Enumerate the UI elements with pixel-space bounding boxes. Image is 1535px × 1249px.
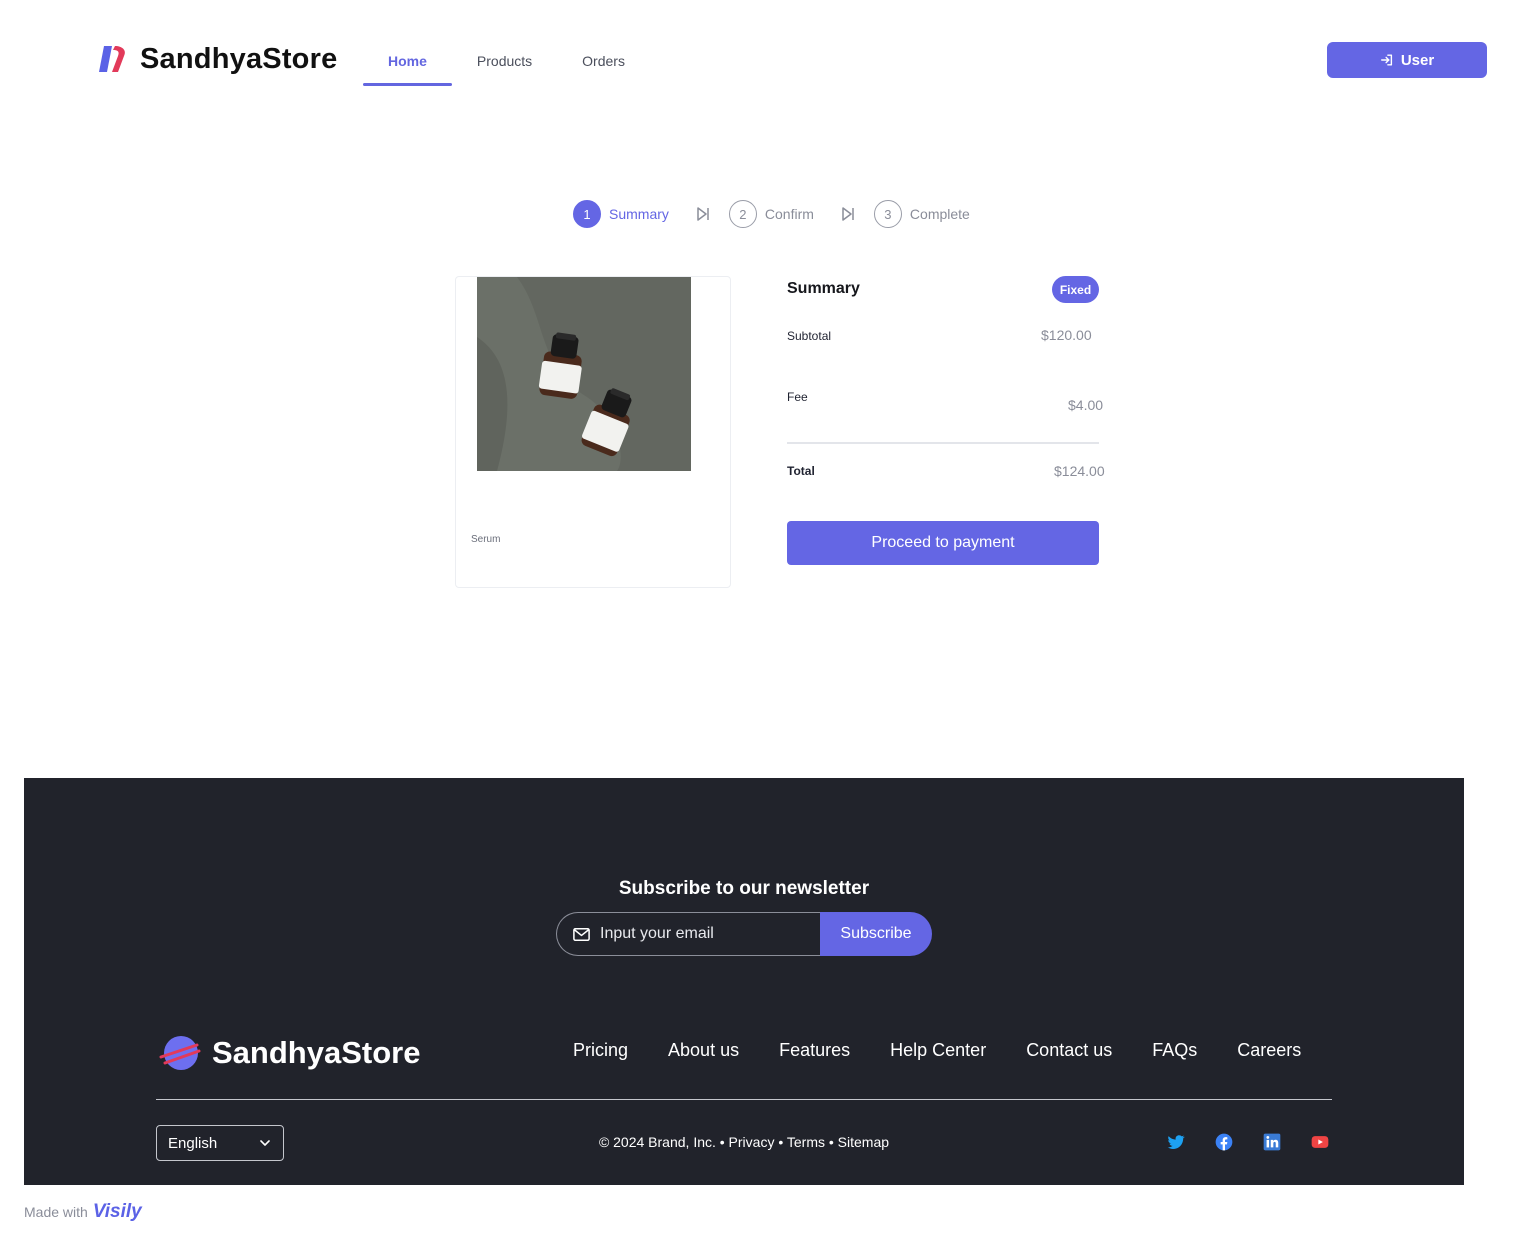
step-number: 3 bbox=[873, 200, 902, 228]
nav-products[interactable]: Products bbox=[452, 36, 557, 86]
footer-brand-logo-icon bbox=[159, 1036, 201, 1070]
product-card[interactable]: Serum bbox=[455, 276, 731, 588]
visily-logo: Visily bbox=[92, 1201, 142, 1222]
step-confirm[interactable]: 2 Confirm bbox=[728, 200, 814, 228]
step-number: 1 bbox=[573, 200, 601, 228]
footer-link-careers[interactable]: Careers bbox=[1217, 1040, 1321, 1061]
footer: Subscribe to our newsletter Subscribe Sa… bbox=[24, 778, 1464, 1185]
top-header: SandhyaStore Home Products Orders User bbox=[0, 0, 1535, 120]
nav-home[interactable]: Home bbox=[363, 36, 452, 86]
product-image bbox=[477, 277, 691, 471]
youtube-icon[interactable] bbox=[1310, 1132, 1330, 1152]
checkout-stepper: 1 Summary 2 Confirm 3 Complete bbox=[573, 200, 970, 228]
brand-logo-icon bbox=[99, 46, 125, 72]
step-label: Complete bbox=[909, 206, 970, 222]
subtotal-label: Subtotal bbox=[787, 329, 832, 343]
footer-link-about[interactable]: About us bbox=[648, 1040, 759, 1061]
total-value: $124.00 bbox=[1054, 463, 1105, 479]
skip-next-icon bbox=[842, 207, 854, 221]
social-links bbox=[1166, 1132, 1330, 1152]
footer-links: Pricing About us Features Help Center Co… bbox=[553, 1040, 1321, 1061]
step-label: Confirm bbox=[764, 206, 814, 222]
proceed-to-payment-button[interactable]: Proceed to payment bbox=[787, 521, 1099, 565]
user-button[interactable]: User bbox=[1327, 42, 1487, 78]
nav-orders[interactable]: Orders bbox=[557, 36, 650, 86]
linkedin-icon[interactable] bbox=[1262, 1132, 1282, 1152]
footer-brand-name: SandhyaStore bbox=[212, 1035, 421, 1070]
fee-value: $4.00 bbox=[1068, 397, 1104, 413]
footer-brand[interactable]: SandhyaStore bbox=[159, 1032, 420, 1074]
footer-link-faqs[interactable]: FAQs bbox=[1132, 1040, 1217, 1061]
brand-name: SandhyaStore bbox=[140, 42, 338, 75]
login-icon bbox=[1380, 54, 1392, 66]
skip-next-icon bbox=[697, 207, 709, 221]
footer-link-help-center[interactable]: Help Center bbox=[870, 1040, 1006, 1061]
brand[interactable]: SandhyaStore bbox=[96, 42, 337, 76]
mail-icon bbox=[573, 927, 590, 941]
newsletter-title: Subscribe to our newsletter bbox=[618, 878, 870, 899]
step-complete[interactable]: 3 Complete bbox=[873, 200, 970, 228]
product-name: Serum bbox=[471, 534, 501, 545]
total-label: Total bbox=[787, 464, 815, 478]
facebook-icon[interactable] bbox=[1214, 1132, 1234, 1152]
step-number: 2 bbox=[728, 200, 757, 228]
step-label: Summary bbox=[609, 206, 669, 222]
made-with-text: Made with bbox=[24, 1204, 88, 1220]
email-field[interactable] bbox=[556, 912, 820, 956]
summary-divider bbox=[787, 442, 1099, 444]
made-with-badge[interactable]: Made with Visily bbox=[24, 1201, 142, 1223]
footer-link-pricing[interactable]: Pricing bbox=[553, 1040, 648, 1061]
subscribe-button[interactable]: Subscribe bbox=[820, 912, 932, 956]
step-summary[interactable]: 1 Summary bbox=[573, 200, 669, 228]
subtotal-value: $120.00 bbox=[1041, 327, 1092, 343]
footer-link-contact[interactable]: Contact us bbox=[1006, 1040, 1132, 1061]
main-nav: Home Products Orders bbox=[363, 36, 650, 86]
footer-divider bbox=[156, 1099, 1332, 1100]
newsletter-form: Subscribe bbox=[556, 912, 932, 956]
fee-label: Fee bbox=[787, 390, 808, 404]
fixed-badge: Fixed bbox=[1052, 276, 1099, 303]
footer-link-features[interactable]: Features bbox=[759, 1040, 870, 1061]
twitter-icon[interactable] bbox=[1166, 1132, 1186, 1152]
summary-title: Summary bbox=[787, 280, 860, 297]
email-input[interactable] bbox=[600, 925, 800, 943]
user-button-label: User bbox=[1400, 51, 1435, 69]
